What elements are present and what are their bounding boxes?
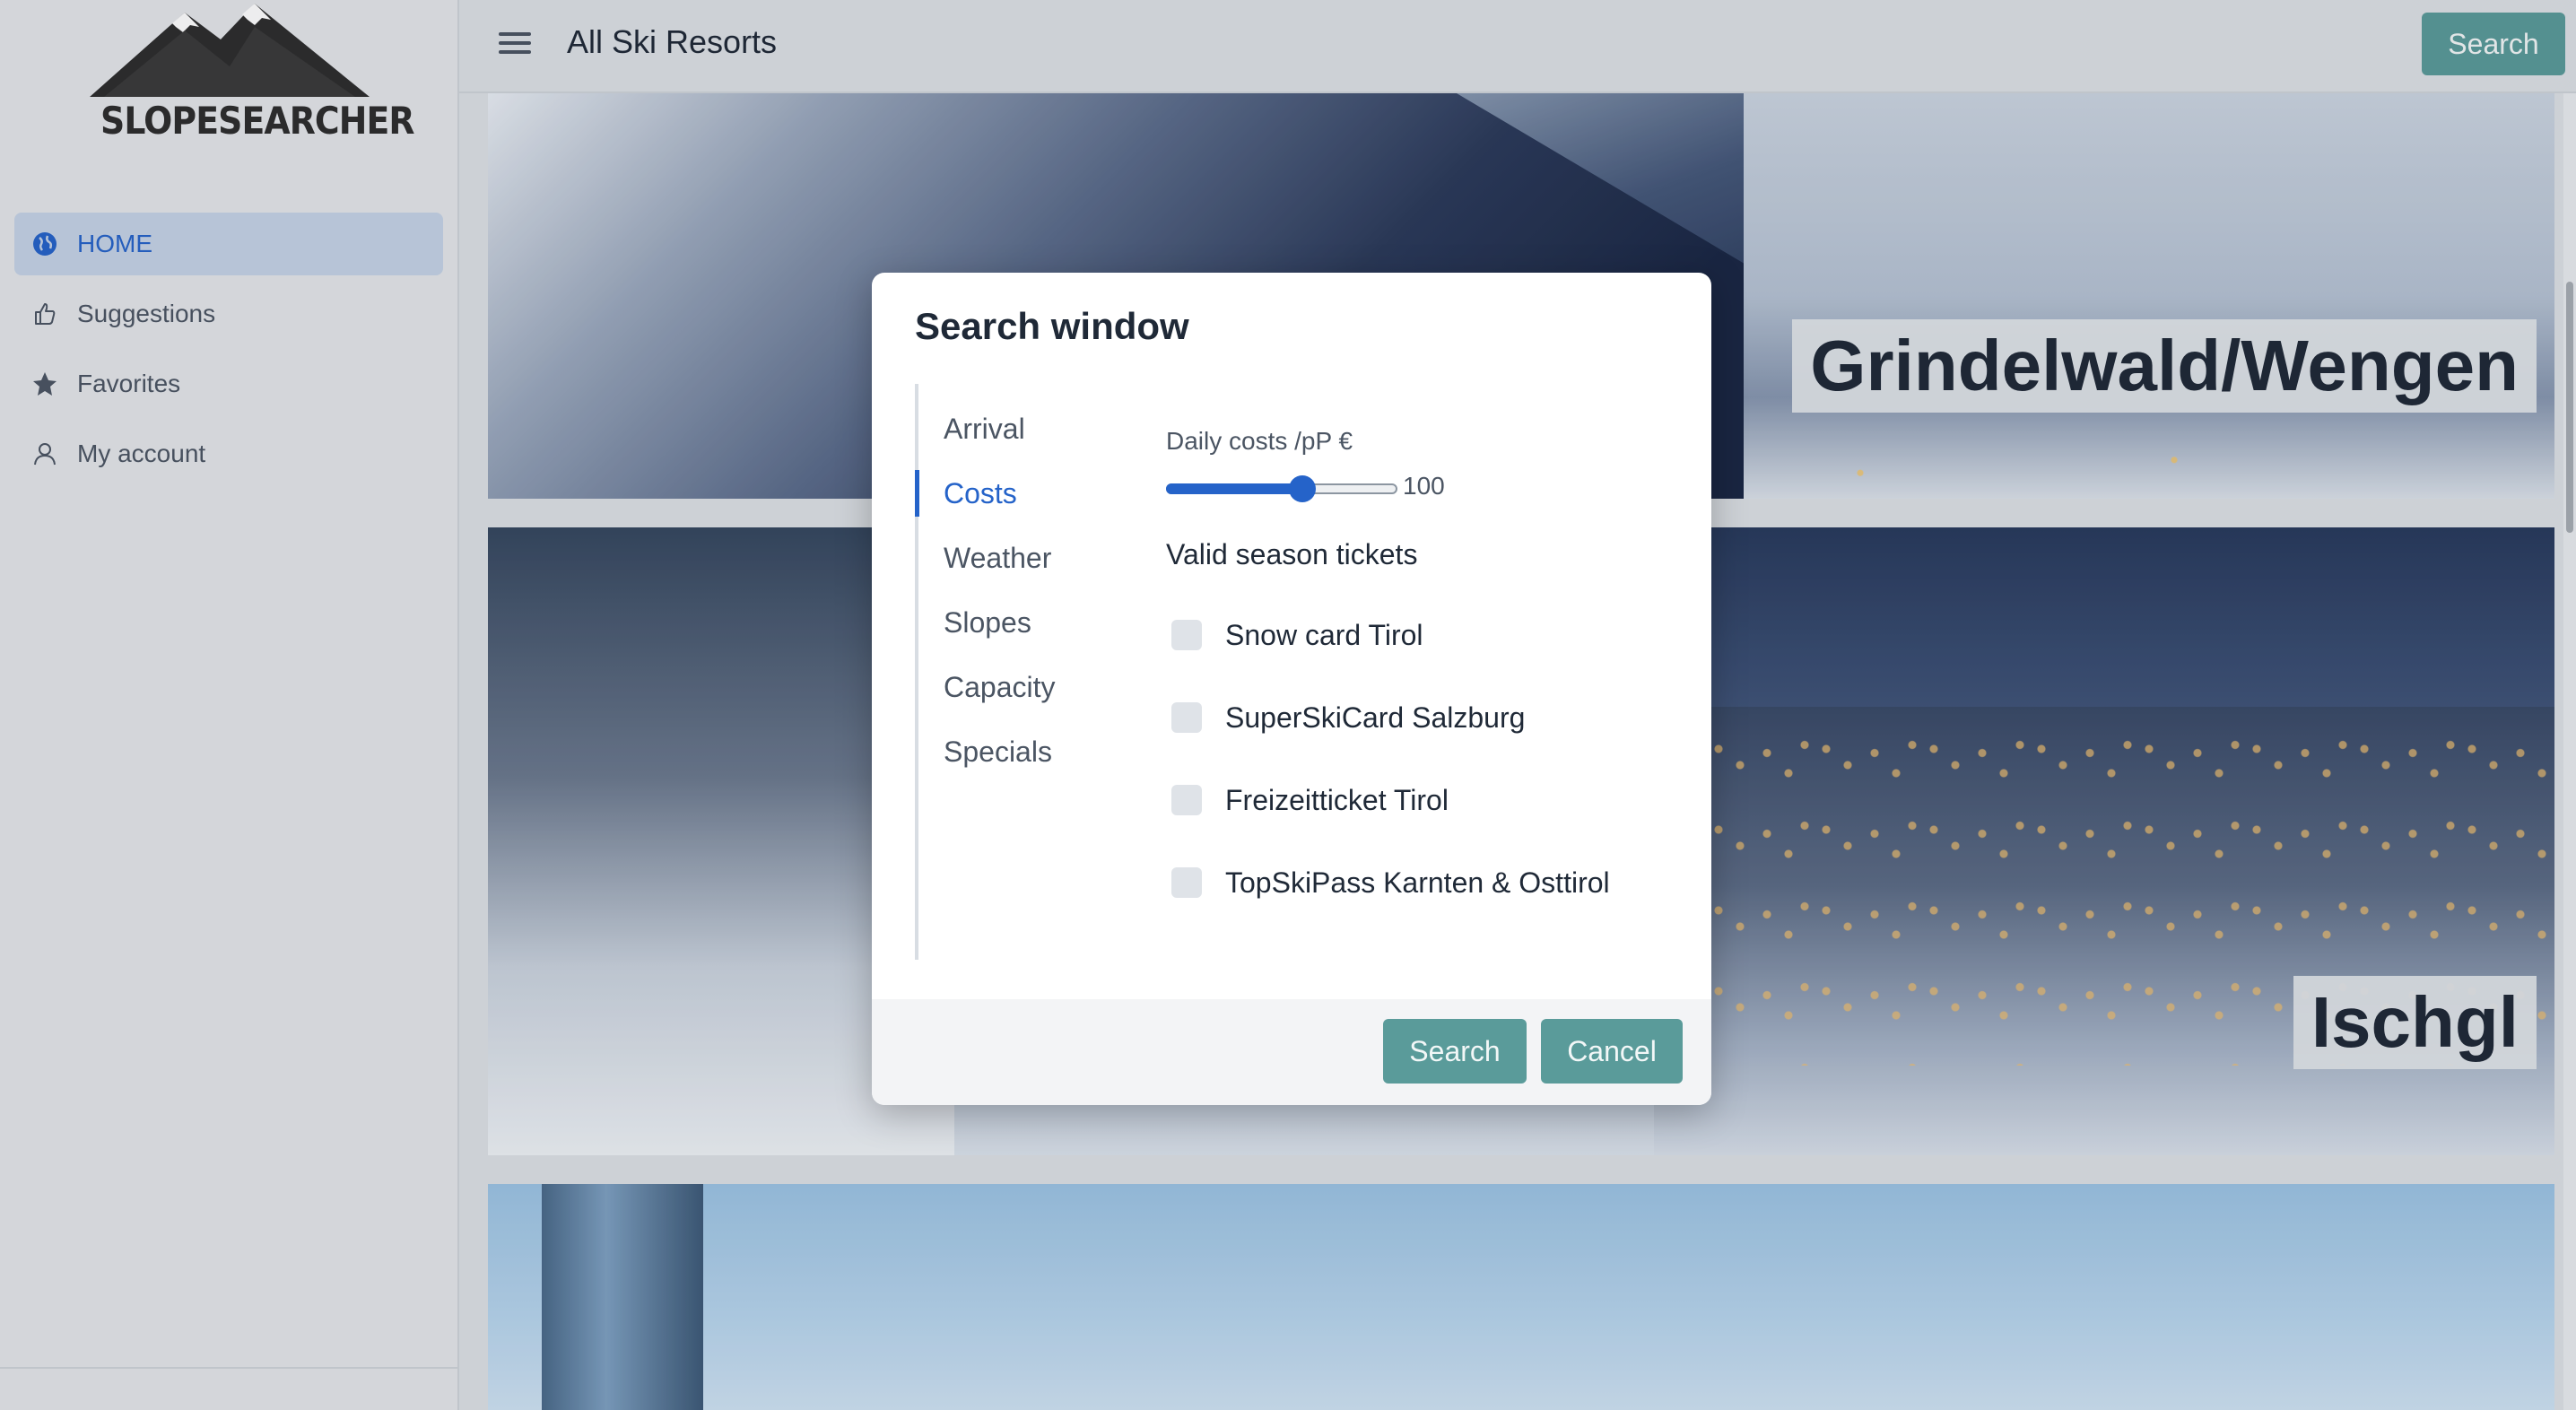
tab-costs[interactable]: Costs xyxy=(944,477,1017,510)
checkbox-label: Snow card Tirol xyxy=(1225,618,1423,651)
search-button[interactable]: Search xyxy=(1383,1019,1527,1084)
checkbox-topskipass-karnten-osttirol[interactable]: TopSkiPass Karnten & Osttirol xyxy=(1171,865,1610,901)
tab-capacity[interactable]: Capacity xyxy=(944,671,1056,704)
daily-costs-value: 100 xyxy=(1403,472,1445,500)
checkbox-superskicard-salzburg[interactable]: SuperSkiCard Salzburg xyxy=(1171,700,1525,735)
checkbox-label: SuperSkiCard Salzburg xyxy=(1225,701,1526,734)
tab-slopes[interactable]: Slopes xyxy=(944,606,1031,640)
checkbox[interactable] xyxy=(1171,702,1202,733)
search-window-dialog: Search window Arrival Costs Weather Slop… xyxy=(872,273,1711,1105)
tab-arrival[interactable]: Arrival xyxy=(944,413,1025,446)
season-tickets-heading: Valid season tickets xyxy=(1166,538,1418,570)
tab-specials[interactable]: Specials xyxy=(944,735,1052,769)
checkbox[interactable] xyxy=(1171,867,1202,898)
checkbox-snow-card-tirol[interactable]: Snow card Tirol xyxy=(1171,617,1423,653)
checkbox-label: Freizeitticket Tirol xyxy=(1225,783,1449,816)
checkbox-freizeitticket-tirol[interactable]: Freizeitticket Tirol xyxy=(1171,782,1449,818)
daily-costs-label: Daily costs /pP € xyxy=(1166,427,1353,455)
slider-fill xyxy=(1166,483,1303,494)
daily-costs-slider[interactable] xyxy=(1166,474,1399,502)
dialog-title: Search window xyxy=(915,305,1189,347)
cancel-button[interactable]: Cancel xyxy=(1541,1019,1683,1084)
slider-thumb[interactable] xyxy=(1289,475,1317,502)
checkbox-label: TopSkiPass Karnten & Osttirol xyxy=(1225,866,1610,899)
checkbox[interactable] xyxy=(1171,620,1202,650)
tab-weather[interactable]: Weather xyxy=(944,542,1051,575)
checkbox[interactable] xyxy=(1171,785,1202,815)
active-tab-indicator xyxy=(915,470,919,517)
